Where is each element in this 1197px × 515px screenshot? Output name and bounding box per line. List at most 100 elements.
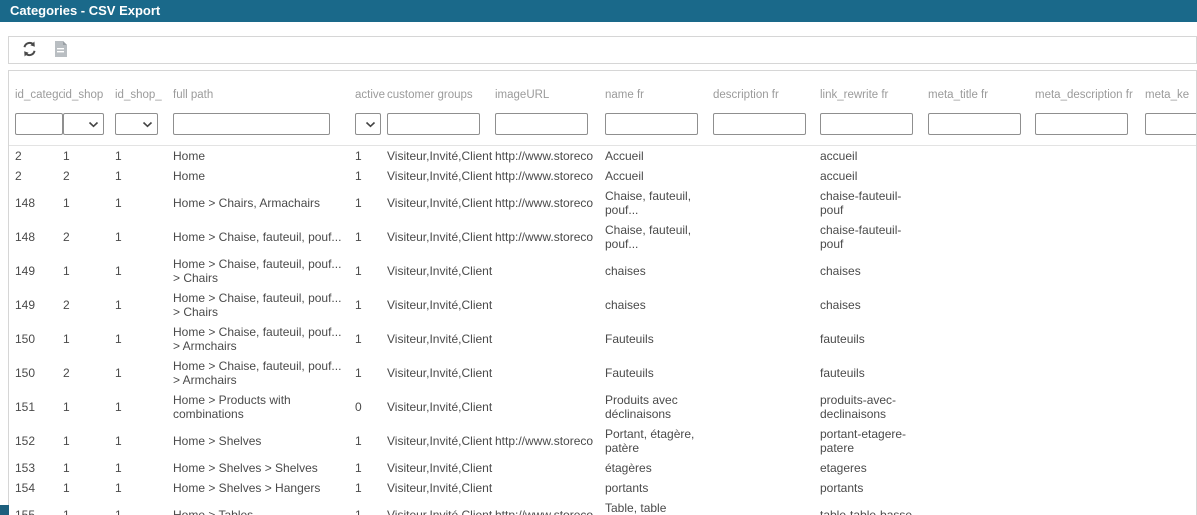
cell-full_path: Home xyxy=(173,146,355,167)
table-row[interactable]: 15111Home > Products with combinations0V… xyxy=(9,390,1197,424)
table-row[interactable]: 15311Home > Shelves > Shelves1Visiteur,I… xyxy=(9,458,1197,478)
cell-id_shop: 2 xyxy=(63,288,115,322)
cell-image_url xyxy=(495,322,605,356)
page-title: Categories - CSV Export xyxy=(10,3,160,18)
table-row[interactable]: 211Home1Visiteur,Invité,Clienthttp://www… xyxy=(9,146,1197,167)
full_path-filter-input[interactable] xyxy=(173,113,330,135)
cell-full_path: Home xyxy=(173,166,355,186)
cell-description_fr xyxy=(713,478,820,498)
cell-id_shop_group: 1 xyxy=(115,220,173,254)
table-row[interactable]: 14911Home > Chaise, fauteuil, pouf... > … xyxy=(9,254,1197,288)
customer_groups-filter-input[interactable] xyxy=(387,113,480,135)
cell-image_url: http://www.storeco xyxy=(495,146,605,167)
column-header-name_fr[interactable]: name fr xyxy=(605,71,713,107)
cell-active: 1 xyxy=(355,356,387,390)
cell-image_url xyxy=(495,458,605,478)
cell-id_category: 150 xyxy=(9,356,63,390)
refresh-button[interactable] xyxy=(21,41,38,60)
chevron-down-icon xyxy=(142,121,153,128)
column-header-meta_title_fr[interactable]: meta_title fr xyxy=(928,71,1035,107)
name_fr-filter-input[interactable] xyxy=(605,113,698,135)
cell-meta_title_fr xyxy=(928,424,1035,458)
cell-name_fr: Fauteuils xyxy=(605,356,713,390)
table-row[interactable]: 15511Home > Tables1Visiteur,Invité,Clien… xyxy=(9,498,1197,515)
column-header-meta_description_fr[interactable]: meta_description fr xyxy=(1035,71,1145,107)
cell-image_url: http://www.storeco xyxy=(495,498,605,515)
cell-active: 1 xyxy=(355,166,387,186)
column-header-id_category[interactable]: id_catego xyxy=(9,71,63,107)
cell-description_fr xyxy=(713,220,820,254)
cell-id_shop: 2 xyxy=(63,220,115,254)
cell-full_path: Home > Chairs, Armachairs xyxy=(173,186,355,220)
cell-active: 1 xyxy=(355,288,387,322)
cell-meta_description_fr xyxy=(1035,478,1145,498)
meta_description_fr-filter-input[interactable] xyxy=(1035,113,1128,135)
cell-full_path: Home > Products with combinations xyxy=(173,390,355,424)
id_shop_group-filter-select[interactable] xyxy=(115,113,158,135)
cell-id_category: 2 xyxy=(9,146,63,167)
cell-customer_groups: Visiteur,Invité,Client xyxy=(387,288,495,322)
cell-id_shop_group: 1 xyxy=(115,478,173,498)
cell-meta_title_fr xyxy=(928,186,1035,220)
cell-active: 1 xyxy=(355,186,387,220)
cell-customer_groups: Visiteur,Invité,Client xyxy=(387,186,495,220)
table-row[interactable]: 14821Home > Chaise, fauteuil, pouf...1Vi… xyxy=(9,220,1197,254)
table-row[interactable]: 15411Home > Shelves > Hangers1Visiteur,I… xyxy=(9,478,1197,498)
cell-id_shop_group: 1 xyxy=(115,458,173,478)
link_rewrite_fr-filter-input[interactable] xyxy=(820,113,913,135)
cell-link_rewrite_fr: chaises xyxy=(820,288,928,322)
column-header-customer_groups[interactable]: customer groups xyxy=(387,71,495,107)
cell-image_url: http://www.storeco xyxy=(495,186,605,220)
cell-full_path: Home > Shelves > Hangers xyxy=(173,478,355,498)
id_category-filter-input[interactable] xyxy=(15,113,63,135)
cell-meta_keywords_fr xyxy=(1145,166,1197,186)
cell-meta_keywords_fr xyxy=(1145,458,1197,478)
meta_keywords_fr-filter-input[interactable] xyxy=(1145,113,1197,135)
cell-description_fr xyxy=(713,356,820,390)
cell-link_rewrite_fr: table-table-basse xyxy=(820,498,928,515)
column-header-description_fr[interactable]: description fr xyxy=(713,71,820,107)
cell-description_fr xyxy=(713,254,820,288)
cell-id_shop: 1 xyxy=(63,478,115,498)
cell-description_fr xyxy=(713,424,820,458)
filter-cell-id_shop xyxy=(63,107,115,146)
cell-name_fr: étagères xyxy=(605,458,713,478)
column-header-id_shop_group[interactable]: id_shop_ xyxy=(115,71,173,107)
active-filter-select[interactable] xyxy=(355,113,381,135)
table-row[interactable]: 14811Home > Chairs, Armachairs1Visiteur,… xyxy=(9,186,1197,220)
id_shop-filter-select[interactable] xyxy=(63,113,104,135)
cell-description_fr xyxy=(713,186,820,220)
cell-meta_description_fr xyxy=(1035,146,1145,167)
cell-id_shop: 2 xyxy=(63,166,115,186)
cell-name_fr: Table, table basse... xyxy=(605,498,713,515)
table-row[interactable]: 15021Home > Chaise, fauteuil, pouf... > … xyxy=(9,356,1197,390)
export-file-button[interactable] xyxy=(54,41,67,60)
table-row[interactable]: 15211Home > Shelves1Visiteur,Invité,Clie… xyxy=(9,424,1197,458)
column-header-meta_keywords_fr[interactable]: meta_ke xyxy=(1145,71,1197,107)
export-file-icon xyxy=(54,41,67,60)
cell-link_rewrite_fr: fauteuils xyxy=(820,322,928,356)
column-header-id_shop[interactable]: id_shop xyxy=(63,71,115,107)
cell-id_category: 150 xyxy=(9,322,63,356)
cell-active: 1 xyxy=(355,424,387,458)
cell-meta_title_fr xyxy=(928,166,1035,186)
cell-id_shop: 1 xyxy=(63,458,115,478)
cell-link_rewrite_fr: portant-etagere-patere xyxy=(820,424,928,458)
cell-link_rewrite_fr: produits-avec-declinaisons xyxy=(820,390,928,424)
cell-description_fr xyxy=(713,498,820,515)
image_url-filter-input[interactable] xyxy=(495,113,588,135)
column-header-link_rewrite_fr[interactable]: link_rewrite fr xyxy=(820,71,928,107)
table-row[interactable]: 14921Home > Chaise, fauteuil, pouf... > … xyxy=(9,288,1197,322)
cell-description_fr xyxy=(713,390,820,424)
table-row[interactable]: 15011Home > Chaise, fauteuil, pouf... > … xyxy=(9,322,1197,356)
cell-image_url xyxy=(495,478,605,498)
description_fr-filter-input[interactable] xyxy=(713,113,806,135)
meta_title_fr-filter-input[interactable] xyxy=(928,113,1021,135)
column-header-full_path[interactable]: full path xyxy=(173,71,355,107)
cell-active: 0 xyxy=(355,390,387,424)
column-header-image_url[interactable]: imageURL xyxy=(495,71,605,107)
cell-meta_title_fr xyxy=(928,220,1035,254)
cell-name_fr: Chaise, fauteuil, pouf... xyxy=(605,220,713,254)
column-header-active[interactable]: active xyxy=(355,71,387,107)
table-row[interactable]: 221Home1Visiteur,Invité,Clienthttp://www… xyxy=(9,166,1197,186)
